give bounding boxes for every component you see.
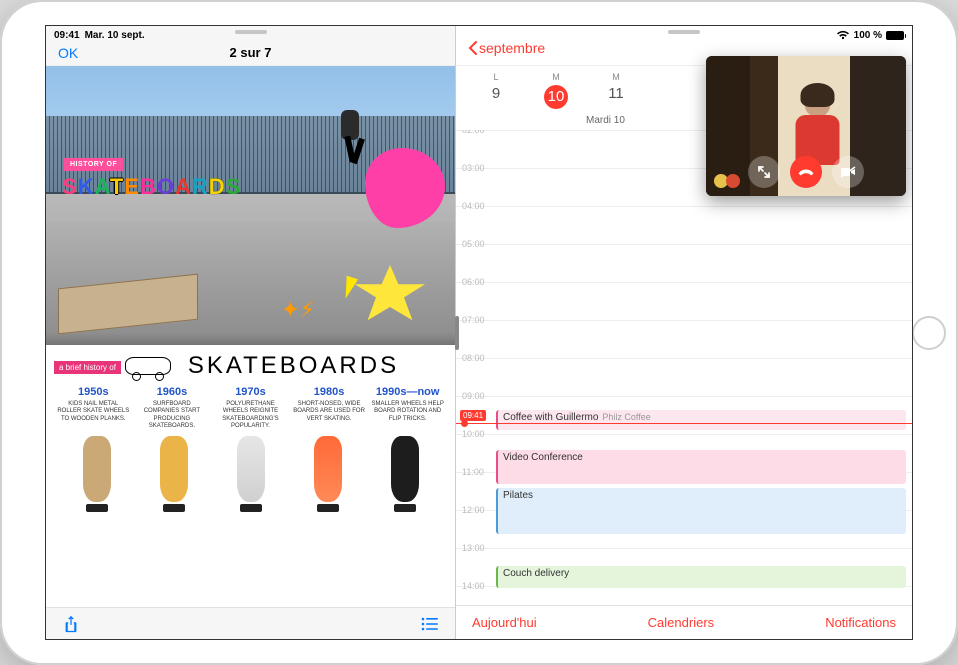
- infographic-title: SKATEBOARDS: [188, 352, 399, 379]
- hour-label: 14:00: [462, 581, 485, 591]
- infographic-area: a brief history of SKATEBOARDS 1950sKIDS…: [46, 346, 455, 607]
- board-2: [160, 436, 188, 502]
- split-view-handle[interactable]: [455, 316, 459, 350]
- hour-label: 13:00: [462, 543, 485, 553]
- hour-label: 11:00: [462, 467, 484, 477]
- share-button[interactable]: [60, 613, 82, 635]
- battery-percent: 100 %: [854, 30, 882, 41]
- calendars-button[interactable]: Calendriers: [648, 615, 714, 630]
- photo-viewport[interactable]: ✦⚡︎ HISTORY OF SKATEBOARDS: [46, 66, 455, 346]
- ok-button[interactable]: OK: [58, 45, 78, 61]
- hour-row: 07:00: [456, 320, 912, 358]
- skateboards-lettering: SKATEBOARDS: [62, 174, 241, 200]
- hour-label: 10:00: [462, 429, 485, 439]
- hang-up-button[interactable]: [790, 156, 822, 188]
- notifications-button[interactable]: Notifications: [825, 615, 896, 630]
- board-5: [391, 436, 419, 502]
- camera-off-button[interactable]: [832, 156, 864, 188]
- hour-label: 08:00: [462, 353, 485, 363]
- today-button[interactable]: Aujourd'hui: [472, 615, 537, 630]
- fullscreen-button[interactable]: [748, 156, 780, 188]
- board-thumbs: [54, 436, 447, 502]
- brief-history-tag: a brief history of: [54, 361, 121, 374]
- chevron-left-icon: [468, 41, 477, 55]
- calendar-event[interactable]: Couch delivery: [496, 566, 906, 588]
- battery-icon: [886, 31, 904, 40]
- status-bar: 09:41 Mar. 10 sept. 100 %: [46, 26, 912, 42]
- photos-toolbar: [46, 607, 455, 639]
- board-4: [314, 436, 342, 502]
- hour-row: 04:00: [456, 206, 912, 244]
- photo-counter: 2 sur 7: [46, 45, 455, 60]
- decades-row: 1950sKIDS NAIL METAL ROLLER SKATE WHEELS…: [54, 386, 447, 430]
- camera-off-icon: [840, 166, 856, 178]
- list-button[interactable]: [419, 613, 441, 635]
- hour-label: 03:00: [462, 163, 485, 173]
- screen: 09:41 Mar. 10 sept. 100 % OK 2 sur 7: [45, 25, 913, 640]
- calendar-toolbar: Aujourd'hui Calendriers Notifications: [456, 605, 912, 639]
- current-time-indicator: 09:41: [456, 423, 912, 424]
- hour-label: 07:00: [462, 315, 485, 325]
- day-9[interactable]: L9: [466, 72, 526, 109]
- hour-row: 05:00: [456, 244, 912, 282]
- day-10-today[interactable]: M10: [526, 72, 586, 109]
- history-of-tag: HISTORY OF: [64, 158, 123, 171]
- hour-label: 02:00: [462, 130, 485, 135]
- hour-row: 14:00: [456, 586, 912, 605]
- hour-row: 08:00: [456, 358, 912, 396]
- calendar-event[interactable]: Coffee with GuillermoPhilz Coffee: [496, 410, 906, 430]
- hour-row: 06:00: [456, 282, 912, 320]
- wifi-icon: [836, 30, 850, 40]
- hang-up-icon: [797, 167, 815, 177]
- ipad-device: 09:41 Mar. 10 sept. 100 % OK 2 sur 7: [0, 0, 958, 665]
- calendar-event[interactable]: Video Conference: [496, 450, 906, 484]
- hour-label: 06:00: [462, 277, 485, 287]
- hour-label: 04:00: [462, 201, 485, 211]
- home-button[interactable]: [912, 316, 946, 350]
- facetime-controls: [706, 156, 906, 188]
- skateboard-outline-icon: [125, 357, 171, 375]
- facetime-pip[interactable]: [706, 56, 906, 196]
- photos-app-pane: OK 2 sur 7 ✦⚡︎ HISTORY OF SKATEBOARDS a …: [46, 26, 456, 639]
- status-date: Mar. 10 sept.: [85, 30, 145, 41]
- board-1: [83, 436, 111, 502]
- hours-grid[interactable]: 02:0003:0004:0005:0006:0007:0008:0009:00…: [456, 130, 912, 605]
- day-11[interactable]: M11: [586, 72, 646, 109]
- calendar-app-pane: septembre L9 M10 M11 Mardi 10 02:0003:00…: [456, 26, 912, 639]
- hour-label: 05:00: [462, 239, 485, 249]
- fullscreen-icon: [757, 165, 771, 179]
- board-3: [237, 436, 265, 502]
- calendar-event[interactable]: Pilates: [496, 488, 906, 534]
- status-time: 09:41: [54, 30, 80, 41]
- hour-label: 09:00: [462, 391, 485, 401]
- current-time-badge: 09:41: [460, 410, 486, 421]
- back-to-month-button[interactable]: septembre: [468, 40, 900, 56]
- hour-label: 12:00: [462, 505, 485, 515]
